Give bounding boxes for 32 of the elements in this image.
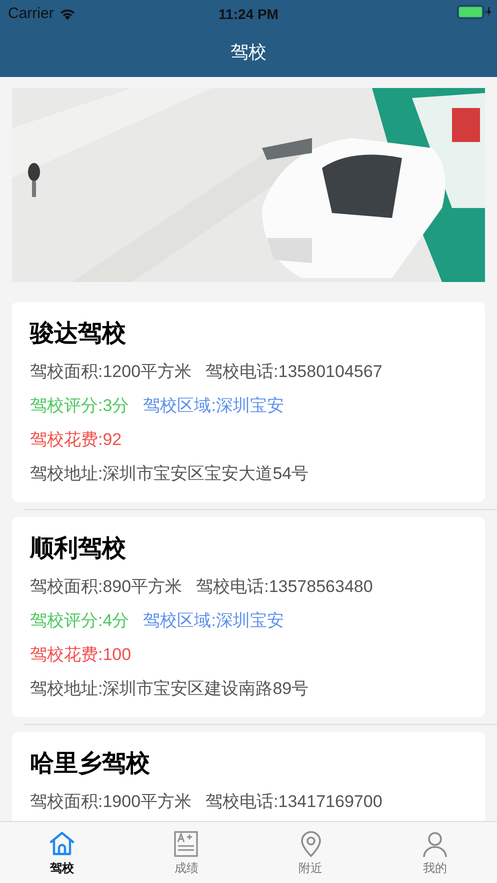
school-address: 驾校地址:深圳市宝安区宝安大道54号 — [30, 462, 309, 484]
school-name: 顺利驾校 — [30, 533, 127, 564]
school-fee: 驾校花费:92 — [30, 428, 122, 450]
school-fee: 驾校花费:100 — [30, 644, 132, 666]
school-phone: 驾校电话:13417169700 — [206, 790, 382, 812]
tab[interactable]: 我的 — [372, 822, 497, 883]
school-address: 驾校地址:深圳市宝安区建设南路89号 — [30, 678, 309, 700]
school-region: 驾校区域:深圳宝安 — [143, 610, 284, 632]
tab[interactable]: 附近 — [248, 822, 373, 883]
battery-icon — [457, 4, 491, 18]
school-card[interactable]: 哈里乡驾校 驾校面积:1900平方米 驾校电话:13417169700 — [12, 732, 485, 821]
school-area: 驾校面积:890平方米 — [30, 574, 182, 598]
school-name: 哈里乡驾校 — [30, 748, 151, 779]
clock-time: 11:24 PM — [218, 6, 278, 22]
document-icon — [172, 830, 200, 858]
school-rating: 驾校评分:4分 — [30, 610, 130, 632]
carrier-name: Carrier — [8, 5, 54, 22]
school-area: 驾校面积:1200平方米 — [30, 360, 192, 382]
school-card[interactable]: 顺利驾校 驾校面积:890平方米 驾校电话:13578563480 驾校评分:4分 驾校区域:深圳宝安 驾校花费:100 驾校地址:深圳市宝安区建设南路89号 — [12, 517, 485, 717]
school-phone: 驾校电话:13580104567 — [206, 360, 382, 382]
wifi-icon — [58, 8, 76, 20]
nav-title: 驾校 — [230, 41, 266, 64]
tab[interactable]: 成绩 — [124, 822, 248, 883]
school-phone: 驾校电话:13578563480 — [196, 576, 373, 598]
school-card[interactable]: 骏达驾校 驾校面积:1200平方米 驾校电话:13580104567 驾校评分:3分 驾校区域:深圳宝安 驾校花费:92 驾校地址:深圳市宝安区宝安大道54号 — [12, 302, 485, 502]
school-rating: 驾校评分:3分 — [30, 394, 130, 416]
school-area: 驾校面积:1900平方米 — [30, 790, 192, 812]
school-region: 驾校区域:深圳宝安 — [143, 394, 284, 416]
person-icon — [420, 830, 449, 858]
home-icon — [48, 830, 76, 858]
tab[interactable]: 驾校 — [0, 822, 124, 883]
school-name: 骏达驾校 — [30, 318, 127, 349]
